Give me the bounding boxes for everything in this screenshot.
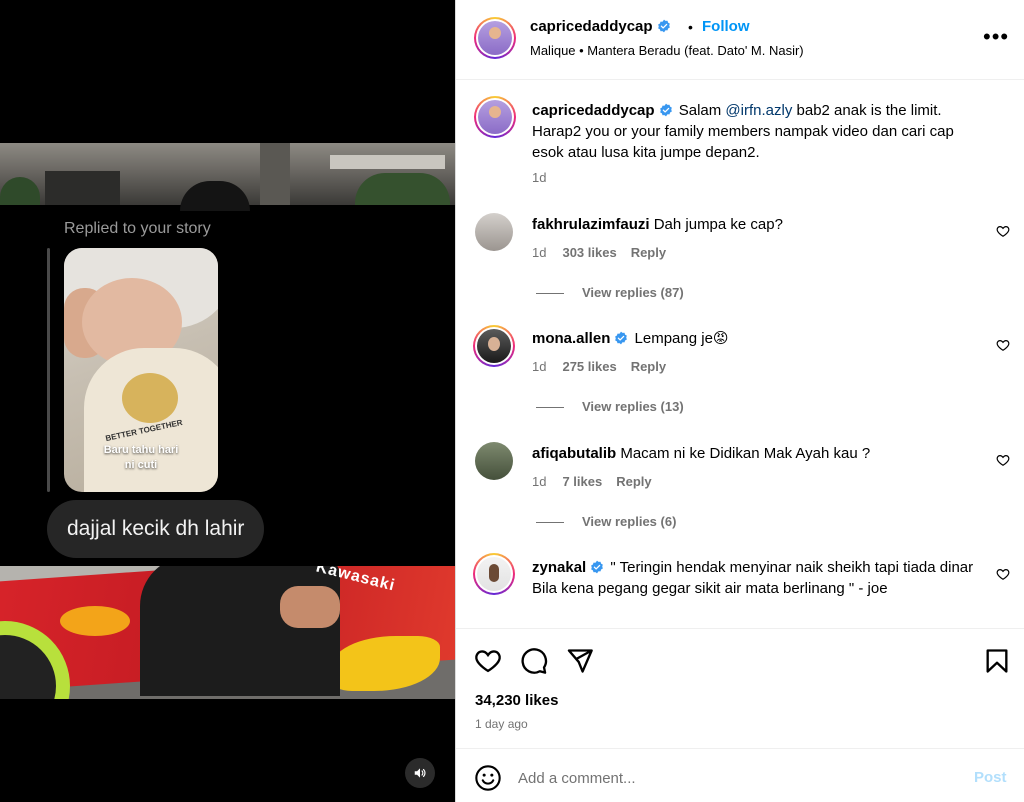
comment-body: Dah jumpa ke cap? xyxy=(653,216,783,233)
like-heart-icon[interactable] xyxy=(474,647,502,675)
caption-text-before: Salam xyxy=(678,102,726,119)
comment-avatar[interactable] xyxy=(473,553,515,595)
share-send-icon[interactable] xyxy=(566,647,594,675)
caption-meta: 1d xyxy=(532,170,546,185)
verified-badge-icon xyxy=(591,560,604,574)
view-replies-label: View replies (13) xyxy=(582,399,684,414)
reply-button[interactable]: Reply xyxy=(631,359,666,374)
caption-avatar[interactable] xyxy=(474,96,516,138)
comment-time: 1d xyxy=(532,245,547,260)
comment-text: zynakal " Teringin hendak menyinar naik … xyxy=(532,557,982,599)
caption-time: 1d xyxy=(532,170,547,185)
comment-body: " Teringin hendak menyinar naik sheikh t… xyxy=(610,559,974,576)
comment-input[interactable] xyxy=(518,763,948,793)
comment-avatar[interactable] xyxy=(473,325,515,367)
emoji-icon[interactable] xyxy=(474,764,502,792)
view-replies-button[interactable]: View replies (6) xyxy=(536,514,676,529)
speaker-icon xyxy=(414,768,426,778)
comment-avatar[interactable] xyxy=(475,213,513,251)
author-avatar[interactable] xyxy=(474,17,516,59)
story-caption-line1: Baru tahu hari xyxy=(103,444,179,456)
story-thumbnail[interactable]: BETTER TOGETHER Baru tahu hari ni cuti xyxy=(64,248,218,492)
comment-meta: 1d 303 likes Reply xyxy=(532,245,666,260)
comment-likes-count[interactable]: 7 likes xyxy=(562,474,602,489)
comment-body: Lempang je😡 xyxy=(634,330,729,347)
follow-button[interactable]: Follow xyxy=(702,18,750,35)
comment-username[interactable]: fakhrulazimfauzi xyxy=(532,216,650,233)
view-replies-label: View replies (6) xyxy=(582,514,677,529)
likes-count[interactable]: 34,230 likes xyxy=(475,692,558,709)
author-username[interactable]: capricedaddycap xyxy=(530,18,653,35)
verified-badge-icon xyxy=(659,103,672,117)
comment-meta: 1d 7 likes Reply xyxy=(532,474,652,489)
like-comment-heart-icon[interactable] xyxy=(996,453,1010,467)
message-bubble: dajjal kecik dh lahir xyxy=(47,500,265,558)
like-comment-heart-icon[interactable] xyxy=(996,338,1010,352)
comment-username[interactable]: afiqabutalib xyxy=(532,445,616,462)
post-comment-button[interactable]: Post xyxy=(974,769,1007,786)
comment-avatar[interactable] xyxy=(475,442,513,480)
save-bookmark-icon[interactable] xyxy=(983,647,1011,675)
post-actions: 34,230 likes 1 day ago xyxy=(456,628,1024,748)
reply-quote-bar xyxy=(47,248,50,492)
view-replies-button[interactable]: View replies (13) xyxy=(536,399,684,414)
verified-badge-icon xyxy=(615,331,628,345)
view-replies-label: View replies (87) xyxy=(582,285,684,300)
reply-button[interactable]: Reply xyxy=(631,245,666,260)
sound-toggle-button[interactable] xyxy=(405,758,435,788)
comment-time: 1d xyxy=(532,359,547,374)
comment-time: 1d xyxy=(532,474,547,489)
like-comment-heart-icon[interactable] xyxy=(996,224,1010,238)
comment-body-line2: Bila kena pegang gegar sikit air mata be… xyxy=(532,580,888,597)
post-timestamp: 1 day ago xyxy=(475,717,528,731)
comment-username[interactable]: mona.allen xyxy=(532,330,610,347)
background-building xyxy=(0,143,455,211)
caption-text: capricedaddycap Salam @irfn.azly bab2 an… xyxy=(532,100,982,163)
audio-track-label[interactable]: Malique • Mantera Beradu (feat. Dato' M.… xyxy=(530,43,804,58)
motorcycle-scene: Kawasaki xyxy=(0,566,455,699)
like-comment-heart-icon[interactable] xyxy=(996,567,1010,581)
verified-badge-icon xyxy=(657,19,670,33)
comment-body: Macam ni ke Didikan Mak Ayah kau ? xyxy=(620,445,871,462)
comment-likes-count[interactable]: 275 likes xyxy=(562,359,616,374)
caption-username[interactable]: capricedaddycap xyxy=(532,102,655,119)
post-header: capricedaddycap • Follow Malique • Mante… xyxy=(456,0,1024,80)
add-comment-bar: Post xyxy=(456,748,1024,802)
story-caption-line2: ni cuti xyxy=(124,459,158,471)
post-side-panel: capricedaddycap • Follow Malique • Mante… xyxy=(455,0,1024,802)
view-replies-button[interactable]: View replies (87) xyxy=(536,285,684,300)
replied-to-story-label: Replied to your story xyxy=(64,220,211,237)
comment-username[interactable]: zynakal xyxy=(532,559,586,576)
comment-meta: 1d 275 likes Reply xyxy=(532,359,666,374)
comment-text: afiqabutalib Macam ni ke Didikan Mak Aya… xyxy=(532,443,982,464)
post-media[interactable]: Replied to your story BETTER TOGETHER Ba… xyxy=(0,0,455,802)
caption-mention-link[interactable]: @irfn.azly xyxy=(725,102,792,119)
comment-text: fakhrulazimfauzi Dah jumpa ke cap? xyxy=(532,214,982,235)
comment-likes-count[interactable]: 303 likes xyxy=(562,245,616,260)
comment-text: mona.allen Lempang je😡 xyxy=(532,328,982,349)
comment-bubble-icon[interactable] xyxy=(520,647,548,675)
more-options-icon[interactable]: ••• xyxy=(983,26,1009,48)
reply-button[interactable]: Reply xyxy=(616,474,651,489)
separator-dot: • xyxy=(688,19,693,35)
